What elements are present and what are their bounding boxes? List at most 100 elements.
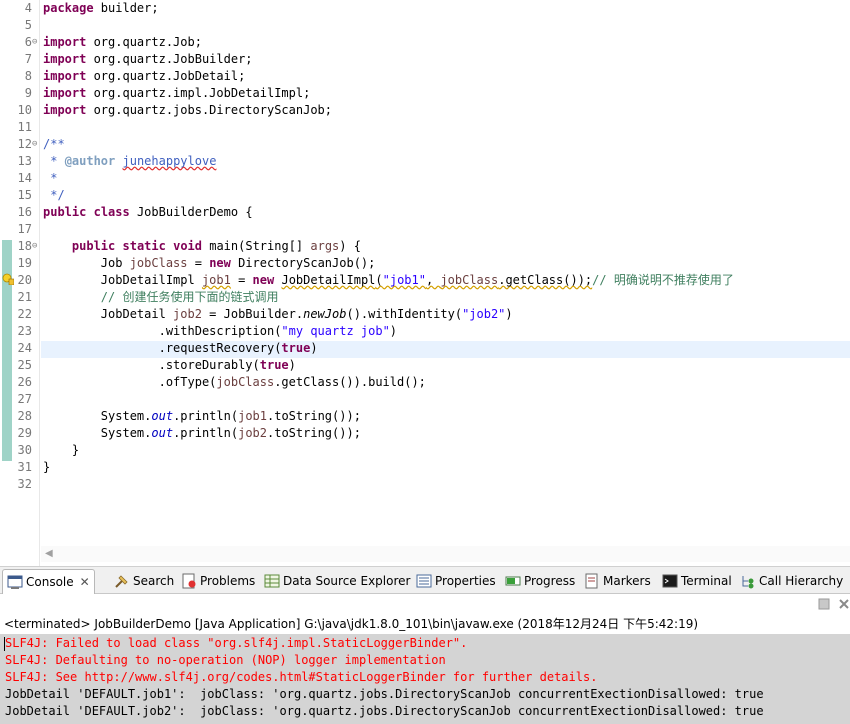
code-line[interactable]: } [43,459,50,476]
warning-icon[interactable] [2,273,14,285]
keyword: import [43,35,87,49]
console-toolbar [0,594,850,614]
code-line[interactable]: import org.quartz.JobDetail; [43,68,245,85]
console-line: SLF4J: Failed to load class "org.slf4j.i… [5,636,468,650]
views-tab-bar: Console ✕ Search Problems Data Source Ex… [0,566,850,594]
tab-data-source-explorer[interactable]: Data Source Explorer [264,570,410,592]
tab-problems[interactable]: Problems [181,570,255,592]
line-number: 6 [24,35,32,49]
fold-toggle-icon[interactable]: ⊖ [32,34,40,51]
code-line[interactable]: */ [43,187,65,204]
tab-label: Call Hierarchy [759,574,844,588]
line-number: 14 [17,171,32,185]
code-line[interactable]: Job jobClass = new DirectoryScanJob(); [43,255,376,272]
code-text: } [71,443,80,457]
line-number: 22 [17,307,32,321]
console-line: JobDetail 'DEFAULT.job2': jobClass: 'org… [5,704,764,718]
keyword: import [43,86,87,100]
progress-icon [505,576,521,586]
tab-progress[interactable]: Progress [505,570,575,592]
code-line[interactable]: System.out.println(job2.toString()); [43,425,361,442]
keyword: import [43,103,87,117]
code-line[interactable]: .withDescription("my quartz job") [43,323,397,340]
code-line[interactable]: System.out.println(job1.toString()); [43,408,361,425]
string-literal: "my quartz job" [281,324,390,338]
tab-call-hierarchy[interactable]: Call Hierarchy [740,570,843,592]
variable: jobClass [129,256,188,270]
scroll-left-icon[interactable]: ◀ [45,547,53,561]
remove-launch-icon[interactable] [838,598,850,610]
keyword: static [122,239,166,253]
code-line[interactable]: } [43,442,79,459]
variable: job2 [238,426,267,440]
tab-console[interactable]: Console ✕ [2,569,95,594]
code-text: org.quartz.JobDetail; [86,69,246,83]
code-line[interactable]: package builder; [43,0,159,17]
line-number: 11 [17,120,32,134]
code-line[interactable]: import org.quartz.JobBuilder; [43,51,253,68]
code-line[interactable]: * @author junehappylove [43,153,216,170]
code-line[interactable]: import org.quartz.Job; [43,34,202,51]
tab-label: Terminal [681,574,732,588]
line-number: 12 [17,137,32,151]
terminate-icon[interactable] [818,598,830,610]
code-line[interactable]: public static void main(String[] args) { [43,238,361,255]
line-number: 15 [17,188,32,202]
keyword: true [259,358,289,372]
code-text: JobDetail [100,307,174,321]
code-text: = [230,273,253,287]
code-line[interactable]: .ofType(jobClass.getClass()).build(); [43,374,426,391]
code-line[interactable]: JobDetail job2 = JobBuilder.newJob().wit… [43,306,513,323]
code-line[interactable]: // 创建任务使用下面的链式调用 [43,289,279,306]
code-line[interactable]: import org.quartz.impl.JobDetailImpl; [43,85,310,102]
code-text: JobBuilderDemo { [129,205,253,219]
terminal-icon [662,574,678,588]
fold-toggle-icon[interactable]: ⊖ [32,238,40,255]
code-text: ( [375,273,383,287]
code-line[interactable]: public class JobBuilderDemo { [43,204,253,221]
code-text: .println( [173,409,239,423]
tab-search[interactable]: Search [114,570,174,592]
console-line: JobDetail 'DEFAULT.job1': jobClass: 'org… [5,687,764,701]
code-editor[interactable]: 4 5 6 7 8 9 10 11 12 13 14 15 16 17 18 1… [0,0,850,566]
line-comment: // 明确说明不推荐使用了 [592,273,734,287]
variable: args [310,239,340,253]
keyword: new [252,273,275,287]
fold-toggle-icon[interactable]: ⊖ [32,136,40,153]
code-text: ) { [339,239,361,253]
tab-terminal[interactable]: Terminal [662,570,732,592]
keyword: void [173,239,202,253]
static-method: newJob [303,307,347,321]
code-text: .toString()); [267,409,361,423]
line-number: 24 [17,341,32,355]
tab-label: Data Source Explorer [283,574,411,588]
code-line[interactable]: * [43,170,57,187]
line-number: 5 [24,18,32,32]
code-line[interactable]: JobDetailImpl job1 = new JobDetailImpl("… [43,272,734,289]
code-line[interactable]: .requestRecovery(true) [43,340,318,357]
code-line[interactable]: /** [43,136,65,153]
line-number: 13 [17,154,32,168]
code-text: org.quartz.impl.JobDetailImpl; [86,86,311,100]
line-number: 32 [17,477,32,491]
code-text: = JobBuilder. [201,307,304,321]
code-line[interactable]: .storeDurably(true) [43,357,296,374]
javadoc-comment: */ [43,188,65,202]
code-line[interactable]: import org.quartz.jobs.DirectoryScanJob; [43,102,332,119]
code-text: builder; [93,1,159,15]
horizontal-scrollbar[interactable]: ◀ [41,546,850,562]
tab-label: Properties [435,574,496,588]
console-output[interactable]: SLF4J: Failed to load class "org.slf4j.i… [0,634,850,724]
line-number: 21 [17,290,32,304]
tab-markers[interactable]: Markers [584,570,651,592]
tab-properties[interactable]: Properties [416,570,496,592]
close-icon[interactable]: ✕ [80,575,90,589]
line-number: 23 [17,324,32,338]
